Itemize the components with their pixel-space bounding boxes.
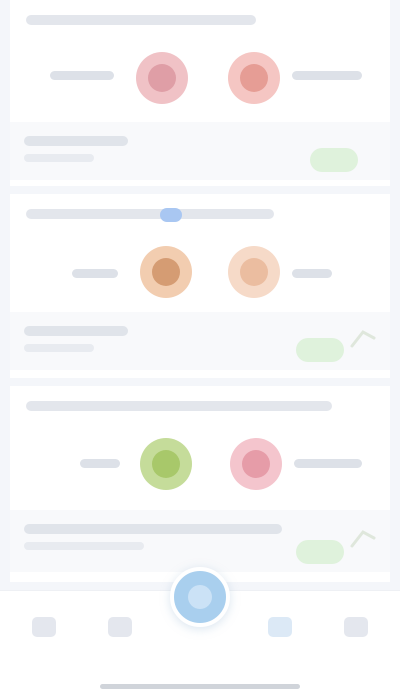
badge-emblem [148, 64, 176, 92]
home-indicator [100, 684, 300, 689]
chat-tab-icon [268, 617, 292, 637]
match-info-row [10, 122, 390, 180]
match-info-text [24, 326, 134, 356]
tab-label [331, 647, 381, 659]
tab-label [255, 647, 305, 659]
away-team-badge-icon [230, 438, 282, 490]
match-header [26, 12, 256, 26]
tab-chat[interactable] [250, 609, 310, 669]
match-info-text [24, 524, 294, 554]
match-header [26, 398, 332, 412]
share-icon[interactable] [348, 526, 378, 550]
vs-label [208, 456, 220, 468]
schedule-tab-icon [108, 617, 132, 637]
predict-button[interactable] [310, 148, 358, 172]
badge-emblem [242, 450, 270, 478]
tab-label [95, 647, 145, 659]
predict-button[interactable] [296, 540, 344, 564]
predict-button[interactable] [296, 338, 344, 362]
vs-label [208, 266, 220, 278]
tab-schedule[interactable] [90, 609, 150, 669]
profile-tab-icon [344, 617, 368, 637]
match-card[interactable] [10, 194, 390, 378]
center-action-icon [188, 585, 212, 609]
match-header-text [26, 208, 274, 219]
match-header [26, 206, 274, 220]
match-card[interactable] [10, 0, 390, 186]
away-team-badge-icon [228, 52, 280, 104]
tab-home[interactable] [14, 609, 74, 669]
home-team-name [50, 68, 126, 82]
match-info-row [10, 312, 390, 370]
away-team-badge-icon [228, 246, 280, 298]
app-screen [0, 0, 400, 697]
away-team-name [292, 266, 342, 280]
match-header-text [26, 14, 256, 25]
center-action-button[interactable] [170, 567, 230, 627]
center-tab-label [170, 646, 230, 658]
match-info-row [10, 510, 390, 572]
home-team-badge-icon [140, 438, 192, 490]
tab-label [19, 647, 69, 659]
badge-emblem [152, 450, 180, 478]
match-info-text [24, 136, 134, 166]
match-card[interactable] [10, 386, 390, 582]
live-dot-icon [160, 208, 182, 222]
home-team-badge-icon [140, 246, 192, 298]
home-team-name [72, 266, 132, 280]
vs-label [206, 70, 218, 82]
tab-profile[interactable] [326, 609, 386, 669]
badge-emblem [240, 258, 268, 286]
home-tab-icon [32, 617, 56, 637]
badge-emblem [152, 258, 180, 286]
share-icon[interactable] [348, 326, 378, 350]
home-team-name [80, 456, 134, 470]
away-team-name [294, 456, 372, 470]
away-team-name [292, 68, 372, 82]
home-team-badge-icon [136, 52, 188, 104]
match-header-text [26, 400, 332, 411]
badge-emblem [240, 64, 268, 92]
